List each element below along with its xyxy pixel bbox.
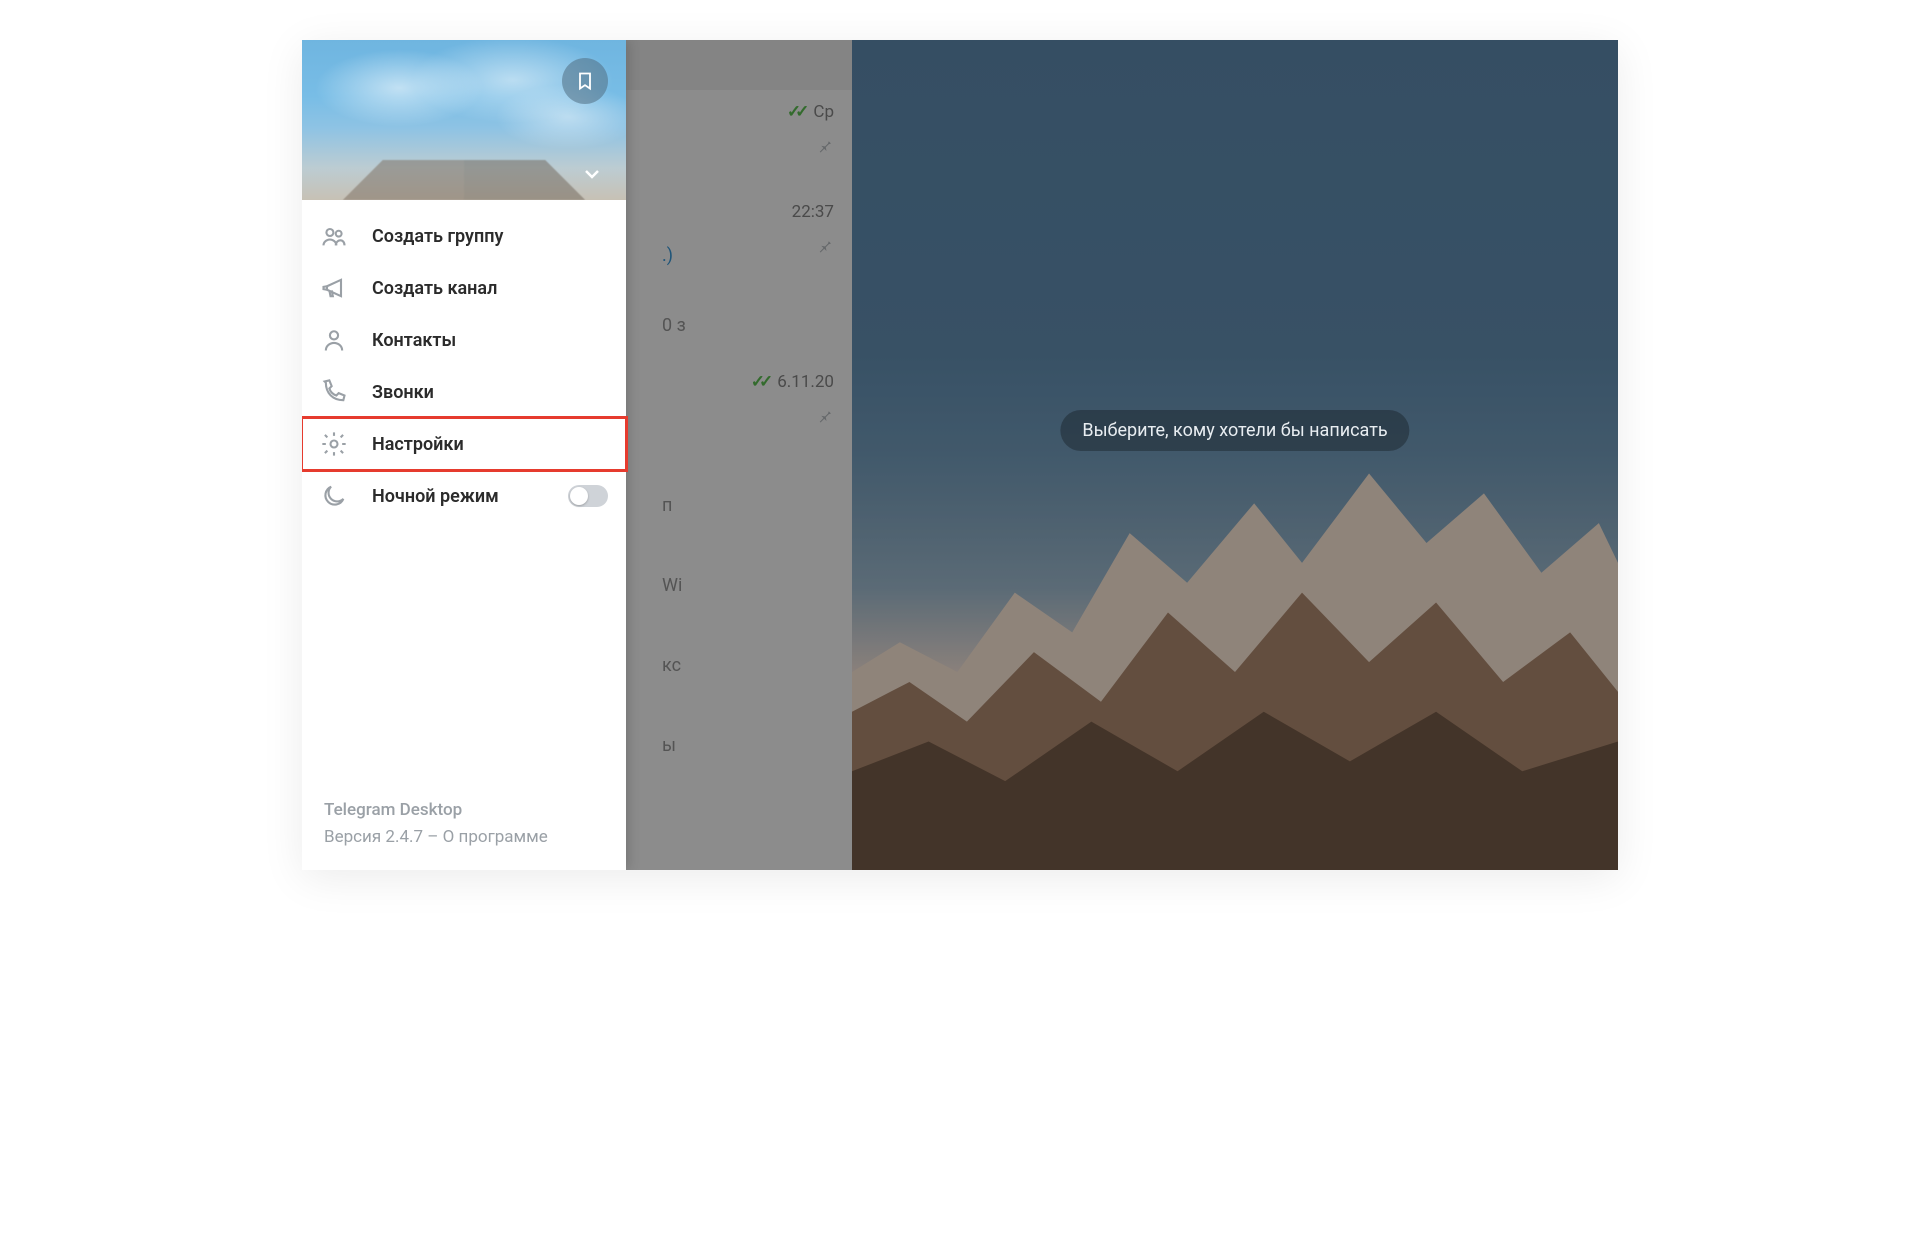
menu-item-label: Создать группу bbox=[372, 226, 503, 247]
menu-item-label: Создать канал bbox=[372, 278, 497, 299]
menu-item-label: Ночной режим bbox=[372, 486, 499, 507]
drawer-menu: Создать группу Создать канал bbox=[302, 200, 626, 522]
main-menu-drawer: Создать группу Создать канал bbox=[302, 40, 626, 870]
group-icon bbox=[320, 222, 348, 250]
menu-settings[interactable]: Настройки bbox=[302, 418, 626, 470]
moon-icon bbox=[320, 482, 348, 510]
drawer-header bbox=[302, 40, 626, 200]
menu-calls[interactable]: Звонки bbox=[302, 366, 626, 418]
drawer-footer: Telegram Desktop Версия 2.4.7 – О програ… bbox=[302, 797, 626, 870]
menu-item-label: Звонки bbox=[372, 382, 434, 403]
bookmark-icon bbox=[575, 71, 595, 91]
gear-icon bbox=[320, 430, 348, 458]
account-expand-button[interactable] bbox=[578, 160, 606, 188]
menu-new-channel[interactable]: Создать канал bbox=[302, 262, 626, 314]
menu-item-label: Настройки bbox=[372, 434, 464, 455]
menu-contacts[interactable]: Контакты bbox=[302, 314, 626, 366]
app-version-line[interactable]: Версия 2.4.7 – О программе bbox=[324, 824, 604, 850]
chat-main-area: Выберите, кому хотели бы написать bbox=[852, 40, 1618, 870]
night-mode-toggle[interactable] bbox=[568, 485, 608, 507]
main-dimmer bbox=[852, 40, 1618, 870]
person-icon bbox=[320, 326, 348, 354]
empty-chat-placeholder: Выберите, кому хотели бы написать bbox=[1060, 410, 1409, 451]
menu-new-group[interactable]: Создать группу bbox=[302, 210, 626, 262]
menu-night-mode[interactable]: Ночной режим bbox=[302, 470, 626, 522]
app-name: Telegram Desktop bbox=[324, 797, 604, 823]
app-window: ✓✓ Ср .) 22:37 bbox=[302, 40, 1618, 870]
phone-icon bbox=[320, 378, 348, 406]
menu-item-label: Контакты bbox=[372, 330, 456, 351]
chevron-down-icon bbox=[580, 162, 604, 186]
saved-messages-button[interactable] bbox=[562, 58, 608, 104]
megaphone-icon bbox=[320, 274, 348, 302]
